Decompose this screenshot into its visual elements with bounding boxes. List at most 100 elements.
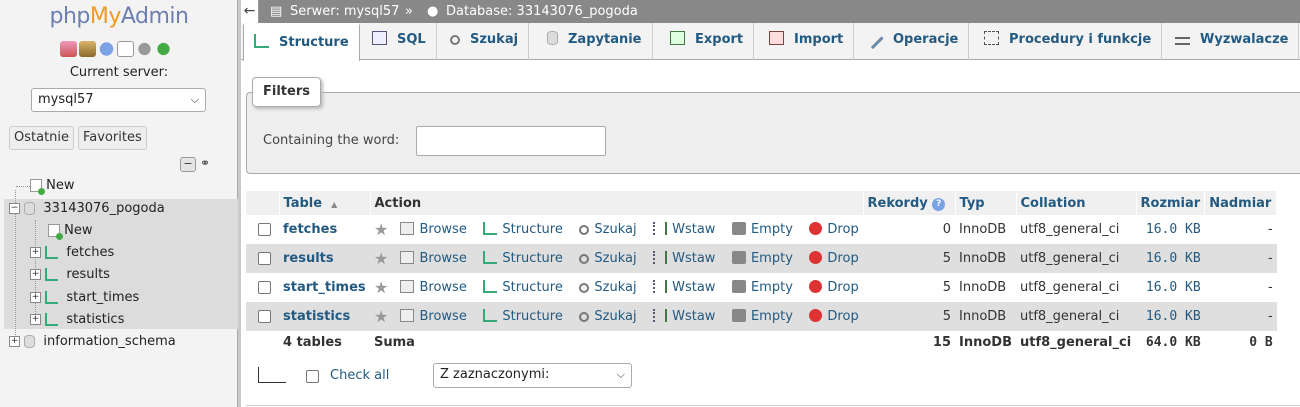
table-name-link[interactable]: start_times [283, 280, 366, 295]
phpmyadmin-logo[interactable]: phpMyAdmin [0, 4, 238, 29]
row-checkbox[interactable] [258, 252, 271, 265]
tab-search[interactable]: Szukaj [440, 23, 530, 60]
collation-value: utf8_general_ci [1016, 302, 1136, 331]
table-name-link[interactable]: statistics [283, 309, 350, 324]
panel-resizer[interactable] [238, 0, 241, 407]
table-header-row: Table ▲ Action Rekordy ? Typ Collation R… [246, 191, 1278, 215]
search-icon [579, 283, 590, 293]
size-link[interactable]: 16.0 KB [1146, 251, 1201, 266]
insert-icon [653, 309, 668, 322]
tab-structure[interactable]: Structure [243, 23, 360, 61]
tree-item-db-new[interactable]: New [33, 220, 93, 242]
insert-link[interactable]: Wstaw [672, 222, 715, 237]
expand-icon[interactable]: + [9, 336, 20, 347]
tree-item-db-information-schema[interactable]: + information_schema [9, 331, 176, 353]
with-selected-select[interactable]: Z zaznaczonymi: ⌵ [433, 363, 632, 388]
empty-link[interactable]: Empty [751, 309, 793, 324]
header-collation[interactable]: Collation [1016, 191, 1137, 215]
row-checkbox[interactable] [258, 223, 271, 236]
tree-item-table-start-times[interactable]: + start_times [30, 287, 139, 309]
browse-link[interactable]: Browse [419, 309, 466, 324]
tables-list: Table ▲ Action Rekordy ? Typ Collation R… [246, 191, 1278, 353]
search-link[interactable]: Szukaj [594, 222, 636, 237]
drop-link[interactable]: Drop [827, 251, 858, 266]
structure-link[interactable]: Structure [502, 222, 562, 237]
settings-gear-icon[interactable] [136, 41, 153, 57]
collapse-all-icon[interactable]: − [180, 157, 196, 172]
row-checkbox[interactable] [258, 281, 271, 294]
favorites-button[interactable]: Favorites [78, 126, 147, 150]
browse-link[interactable]: Browse [419, 280, 466, 295]
insert-link[interactable]: Wstaw [672, 280, 715, 295]
logout-icon[interactable] [79, 41, 96, 57]
header-size[interactable]: Rozmiar [1136, 191, 1206, 215]
structure-link[interactable]: Structure [502, 309, 562, 324]
tab-sql[interactable]: SQL [362, 23, 437, 60]
favorite-star-icon[interactable]: ★ [374, 220, 388, 239]
tab-import[interactable]: Import [759, 23, 855, 60]
size-link[interactable]: 16.0 KB [1146, 309, 1201, 324]
header-type[interactable]: Typ [955, 191, 1017, 215]
empty-link[interactable]: Empty [751, 280, 793, 295]
help-icon[interactable]: ? [932, 197, 946, 211]
recent-button[interactable]: Ostatnie [9, 126, 75, 150]
collapse-icon[interactable]: − [9, 203, 20, 214]
check-all-link[interactable]: Check all [330, 368, 389, 383]
tab-triggers[interactable]: Wyzwalacze [1165, 23, 1300, 60]
breadcrumb-database[interactable]: Database: 33143076_pogoda [446, 0, 638, 23]
favorite-star-icon[interactable]: ★ [374, 307, 388, 326]
server-select[interactable]: mysql57 ⌵ [31, 88, 206, 112]
table-name-link[interactable]: fetches [283, 222, 337, 237]
tree-item-db-33143076-pogoda[interactable]: − 33143076_pogoda [9, 198, 165, 220]
filter-word-input[interactable] [416, 126, 606, 156]
check-all-checkbox[interactable] [306, 370, 319, 383]
browse-link[interactable]: Browse [419, 251, 466, 266]
size-link[interactable]: 16.0 KB [1146, 222, 1201, 237]
browse-link[interactable]: Browse [419, 222, 466, 237]
empty-link[interactable]: Empty [751, 251, 793, 266]
expand-icon[interactable]: + [30, 247, 41, 258]
home-icon[interactable] [60, 41, 77, 57]
drop-link[interactable]: Drop [827, 309, 858, 324]
header-rows[interactable]: Rekordy ? [863, 191, 956, 215]
header-overhead[interactable]: Nadmiar [1204, 191, 1278, 215]
tree-item-table-results[interactable]: + results [30, 264, 110, 286]
tree-item-new-root[interactable]: New [13, 175, 75, 197]
header-table[interactable]: Table ▲ [279, 191, 371, 215]
favorite-star-icon[interactable]: ★ [374, 249, 388, 268]
tree-item-table-statistics[interactable]: + statistics [30, 309, 124, 331]
drop-link[interactable]: Drop [827, 222, 858, 237]
drop-link[interactable]: Drop [827, 280, 858, 295]
expand-icon[interactable]: + [30, 292, 41, 303]
tab-export[interactable]: Export [660, 23, 755, 60]
favorite-star-icon[interactable]: ★ [374, 278, 388, 297]
row-checkbox[interactable] [258, 310, 271, 323]
insert-link[interactable]: Wstaw [672, 309, 715, 324]
tree-item-table-fetches[interactable]: + fetches [30, 242, 114, 264]
empty-link[interactable]: Empty [751, 222, 793, 237]
footer-overhead-total: 0 B [1204, 331, 1277, 353]
search-link[interactable]: Szukaj [594, 309, 636, 324]
nav-icon-bar [60, 41, 172, 57]
tab-routines[interactable]: Procedury i funkcje [974, 23, 1163, 60]
expand-icon[interactable]: + [30, 314, 41, 325]
search-link[interactable]: Szukaj [594, 280, 636, 295]
structure-link[interactable]: Structure [502, 280, 562, 295]
breadcrumb-server[interactable]: Serwer: mysql57 [290, 0, 399, 23]
database-icon [24, 335, 36, 348]
structure-link[interactable]: Structure [502, 251, 562, 266]
docs-icon[interactable] [117, 41, 134, 57]
size-link[interactable]: 16.0 KB [1146, 280, 1201, 295]
tab-query[interactable]: Zapytanie [537, 23, 653, 60]
back-arrow-icon[interactable]: ← [241, 0, 259, 23]
breadcrumb: ← ▤ Serwer: mysql57 » ● Database: 331430… [241, 0, 1300, 23]
reload-icon[interactable] [155, 41, 172, 57]
tab-operations[interactable]: Operacje [858, 23, 970, 60]
link-with-main-icon[interactable]: ⚭ [200, 156, 210, 170]
header-action: Action [370, 191, 864, 215]
table-name-link[interactable]: results [283, 251, 334, 266]
search-link[interactable]: Szukaj [594, 251, 636, 266]
insert-link[interactable]: Wstaw [672, 251, 715, 266]
expand-icon[interactable]: + [30, 269, 41, 280]
help-icon[interactable] [98, 41, 115, 57]
